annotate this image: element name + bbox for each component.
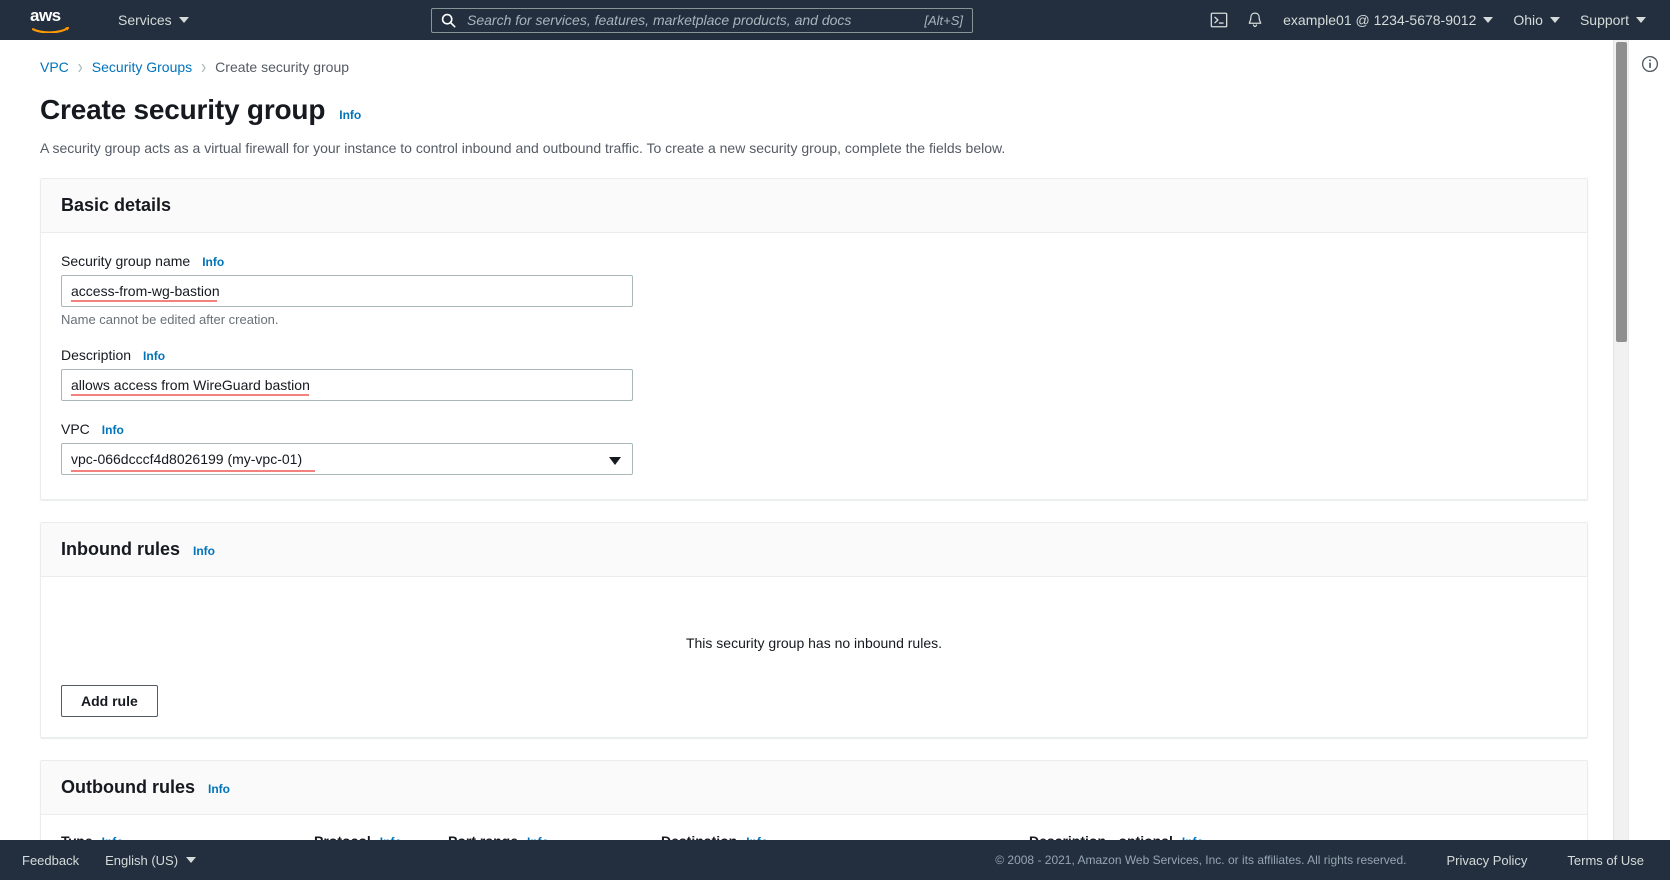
support-menu-button[interactable]: Support [1570, 0, 1656, 40]
security-group-name-label: Security group name [61, 253, 191, 269]
security-group-name-info-link[interactable]: Info [202, 255, 224, 269]
breadcrumb-item-security-groups[interactable]: Security Groups [92, 59, 192, 75]
services-menu-button[interactable]: Services [108, 0, 199, 40]
help-panel-button[interactable] [1640, 54, 1660, 74]
vpc-field: VPC Info vpc-066dcccf4d8026199 (my-vpc-0… [61, 421, 1567, 475]
chevron-down-icon [1483, 17, 1494, 23]
page-title-row: Create security group Info [0, 72, 1628, 126]
search-shortcut-hint: [Alt+S] [924, 12, 963, 28]
account-label: example01 @ 1234-5678-9012 [1283, 12, 1477, 28]
notifications-button[interactable] [1237, 0, 1273, 40]
description-input-wrap [61, 369, 633, 401]
inbound-rules-empty-text: This security group has no inbound rules… [685, 635, 943, 651]
terms-of-use-link[interactable]: Terms of Use [1567, 853, 1644, 868]
basic-details-title: Basic details [61, 195, 172, 215]
chevron-down-icon [1636, 17, 1646, 23]
page-description: A security group acts as a virtual firew… [40, 140, 1006, 156]
aws-logo[interactable]: aws [30, 7, 74, 34]
page-title-info-link[interactable]: Info [339, 108, 361, 122]
breadcrumb-item-vpc[interactable]: VPC [40, 59, 69, 75]
breadcrumb: VPC › Security Groups › Create security … [0, 40, 1628, 79]
chevron-down-icon [186, 857, 197, 863]
vpc-select-wrap: vpc-066dcccf4d8026199 (my-vpc-01) [61, 443, 633, 475]
description-field: Description Info [61, 347, 1567, 401]
page-container: VPC › Security Groups › Create security … [0, 40, 1670, 880]
page-title: Create security group [40, 94, 326, 125]
breadcrumb-separator-icon: › [201, 55, 207, 79]
top-nav-right-group: example01 @ 1234-5678-9012 Ohio Support [1201, 0, 1670, 40]
security-group-name-label-row: Security group name Info [61, 253, 1567, 269]
copyright-text: © 2008 - 2021, Amazon Web Services, Inc.… [995, 853, 1407, 867]
vpc-info-link[interactable]: Info [102, 423, 124, 437]
footer-right-group: © 2008 - 2021, Amazon Web Services, Inc.… [995, 853, 1644, 868]
vpc-select[interactable]: vpc-066dcccf4d8026199 (my-vpc-01) [61, 443, 633, 475]
aws-wordmark: aws [30, 5, 61, 25]
description-label-row: Description Info [61, 347, 1567, 363]
search-icon [441, 13, 456, 27]
chevron-down-icon [609, 457, 621, 465]
vpc-selected-value: vpc-066dcccf4d8026199 (my-vpc-01) [71, 451, 303, 467]
chevron-down-icon [178, 17, 189, 23]
add-rule-button[interactable]: Add rule [61, 685, 158, 717]
description-input[interactable] [61, 369, 633, 401]
outbound-rules-header: Outbound rules Info [41, 761, 1587, 815]
aws-smile-icon [32, 26, 70, 33]
vpc-label: VPC [61, 421, 90, 437]
bell-icon [1248, 12, 1262, 28]
feedback-link[interactable]: Feedback [22, 853, 79, 868]
account-menu-button[interactable]: example01 @ 1234-5678-9012 [1273, 0, 1503, 40]
basic-details-header: Basic details [41, 179, 1587, 233]
region-menu-button[interactable]: Ohio [1503, 0, 1570, 40]
services-label: Services [118, 12, 172, 28]
language-label: English (US) [105, 852, 179, 868]
security-group-name-hint: Name cannot be edited after creation. [61, 312, 279, 327]
vpc-label-row: VPC Info [61, 421, 1567, 437]
inbound-rules-body: This security group has no inbound rules… [41, 577, 1587, 737]
cloudshell-icon [1210, 12, 1228, 28]
global-search: [Alt+S] [431, 7, 973, 33]
right-help-rail [1628, 40, 1670, 880]
footer-bar: Feedback English (US) © 2008 - 2021, Ama… [0, 840, 1670, 880]
outbound-rules-info-link[interactable]: Info [208, 782, 230, 796]
inbound-rules-header: Inbound rules Info [41, 523, 1587, 577]
security-group-name-input[interactable] [61, 275, 633, 307]
inbound-rules-title: Inbound rules [61, 539, 180, 559]
outbound-rules-title: Outbound rules [61, 777, 195, 797]
inbound-rules-card: Inbound rules Info This security group h… [40, 522, 1588, 738]
top-navigation-bar: aws Services [Alt+S] [0, 0, 1670, 40]
page-scrollbar-thumb[interactable] [1616, 42, 1627, 342]
footer-left-group: Feedback English (US) [22, 852, 197, 868]
page-scrollbar[interactable] [1613, 40, 1628, 880]
breadcrumb-item-current: Create security group [215, 59, 350, 75]
security-group-name-input-wrap [61, 275, 633, 307]
region-label: Ohio [1513, 12, 1543, 28]
cloudshell-button[interactable] [1201, 0, 1237, 40]
language-selector[interactable]: English (US) [105, 852, 197, 868]
search-input[interactable] [465, 11, 916, 29]
main-content-column: VPC › Security Groups › Create security … [0, 40, 1628, 880]
security-group-name-field: Security group name Info Name cannot be … [61, 253, 1567, 327]
search-box[interactable]: [Alt+S] [431, 7, 973, 33]
support-label: Support [1579, 12, 1629, 28]
basic-details-card: Basic details Security group name Info N… [40, 178, 1588, 500]
privacy-policy-link[interactable]: Privacy Policy [1447, 853, 1528, 868]
inbound-rules-info-link[interactable]: Info [193, 544, 215, 558]
description-info-link[interactable]: Info [143, 349, 165, 363]
description-label: Description [61, 347, 132, 363]
breadcrumb-separator-icon: › [77, 55, 83, 79]
info-circle-icon [1641, 55, 1658, 73]
chevron-down-icon [1549, 17, 1560, 23]
basic-details-body: Security group name Info Name cannot be … [41, 233, 1587, 499]
